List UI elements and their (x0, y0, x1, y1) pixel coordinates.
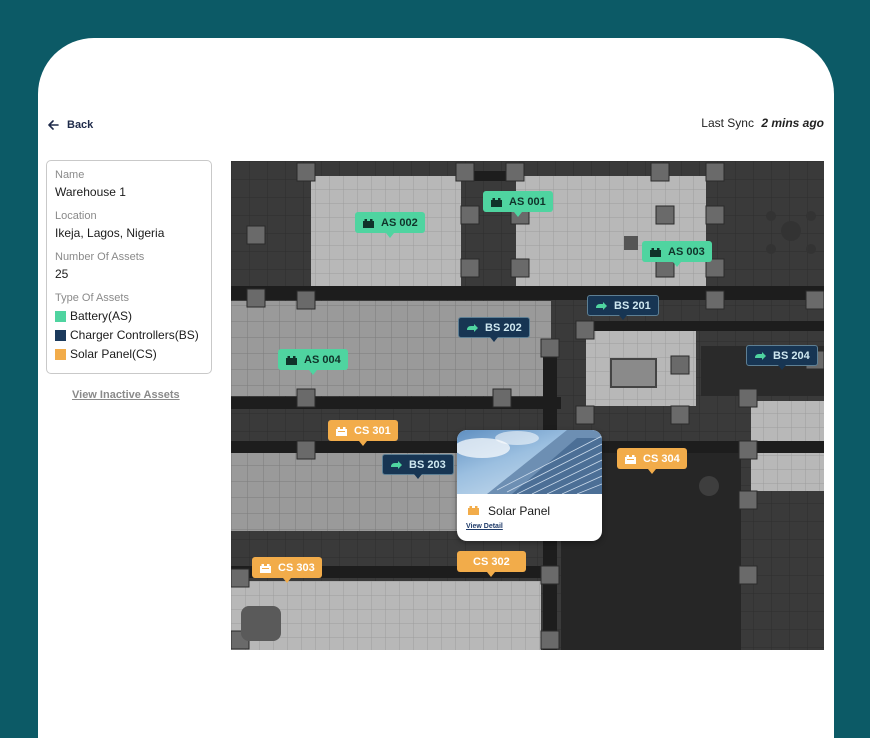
asset-marker[interactable]: CS 304 (617, 448, 687, 474)
solar-panel-image (457, 430, 602, 494)
asset-marker[interactable]: AS 004 (278, 349, 348, 375)
back-button[interactable]: Back (48, 117, 93, 133)
last-sync: Last Sync 2 mins ago (701, 116, 824, 130)
battery-icon (362, 218, 375, 228)
warehouse-info-panel: Name Warehouse 1 Location Ikeja, Lagos, … (46, 160, 212, 374)
marker-label: CS 303 (278, 561, 315, 574)
arrow-left-icon (48, 120, 59, 130)
asset-marker[interactable]: AS 003 (642, 241, 712, 267)
asset-count-label: Number Of Assets (55, 251, 145, 263)
charger-icon (595, 301, 608, 311)
marker-label: BS 203 (409, 458, 446, 471)
asset-marker[interactable]: CS 303 (252, 557, 322, 583)
legend-item-battery: Battery(AS) (55, 309, 203, 323)
charger-icon (466, 323, 479, 333)
solar-icon (259, 563, 272, 573)
location-label: Location (55, 210, 97, 222)
asset-marker[interactable]: BS 203 (382, 454, 454, 479)
back-label: Back (67, 119, 94, 131)
legend-swatch-charger (55, 329, 66, 341)
solar-icon (467, 504, 480, 518)
marker-label: AS 004 (304, 353, 341, 366)
marker-label: AS 001 (509, 195, 546, 208)
marker-label: CS 301 (354, 424, 391, 437)
legend-item-solar: Solar Panel(CS) (55, 347, 203, 361)
asset-popup: Solar Panel View Detail (457, 430, 602, 541)
battery-icon (490, 197, 503, 207)
asset-types-label: Type Of Assets (55, 292, 129, 304)
charger-icon (754, 351, 767, 361)
asset-count-value: 25 (55, 267, 69, 281)
name-value: Warehouse 1 (55, 185, 126, 199)
warehouse-floor-map[interactable]: AS 001 AS 002 AS 003 AS 004 BS 201 BS 20… (231, 161, 824, 650)
popup-title: Solar Panel (488, 504, 551, 518)
legend-swatch-battery (55, 310, 66, 322)
asset-marker[interactable]: CS 301 (328, 420, 398, 446)
marker-label: AS 002 (381, 216, 418, 229)
asset-marker[interactable]: BS 202 (458, 317, 530, 342)
location-value: Ikeja, Lagos, Nigeria (55, 226, 165, 240)
marker-label: CS 304 (643, 452, 680, 465)
asset-marker[interactable]: AS 002 (355, 212, 425, 238)
name-label: Name (55, 169, 85, 181)
last-sync-label: Last Sync (701, 116, 754, 130)
solar-icon (624, 454, 637, 464)
view-inactive-assets-link[interactable]: View Inactive Assets (72, 389, 180, 401)
asset-marker[interactable]: AS 001 (483, 191, 553, 217)
marker-label: CS 302 (473, 555, 510, 568)
legend-swatch-solar (55, 348, 66, 360)
legend-item-charger: Charger Controllers(BS) (55, 328, 203, 342)
asset-marker[interactable]: CS 302 (457, 551, 526, 577)
battery-icon (649, 247, 662, 257)
legend-label-charger: Charger Controllers(BS) (70, 328, 199, 342)
legend-label-solar: Solar Panel(CS) (70, 347, 157, 361)
marker-label: BS 201 (614, 299, 651, 312)
marker-label: BS 204 (773, 349, 810, 362)
charger-icon (390, 460, 403, 470)
solar-icon (335, 426, 348, 436)
asset-marker[interactable]: BS 201 (587, 295, 659, 320)
marker-label: AS 003 (668, 245, 705, 258)
marker-label: BS 202 (485, 321, 522, 334)
last-sync-value: 2 mins ago (761, 116, 824, 130)
asset-marker[interactable]: BS 204 (746, 345, 818, 370)
battery-icon (285, 355, 298, 365)
view-detail-link[interactable]: View Detail (457, 518, 602, 530)
legend-label-battery: Battery(AS) (70, 309, 133, 323)
